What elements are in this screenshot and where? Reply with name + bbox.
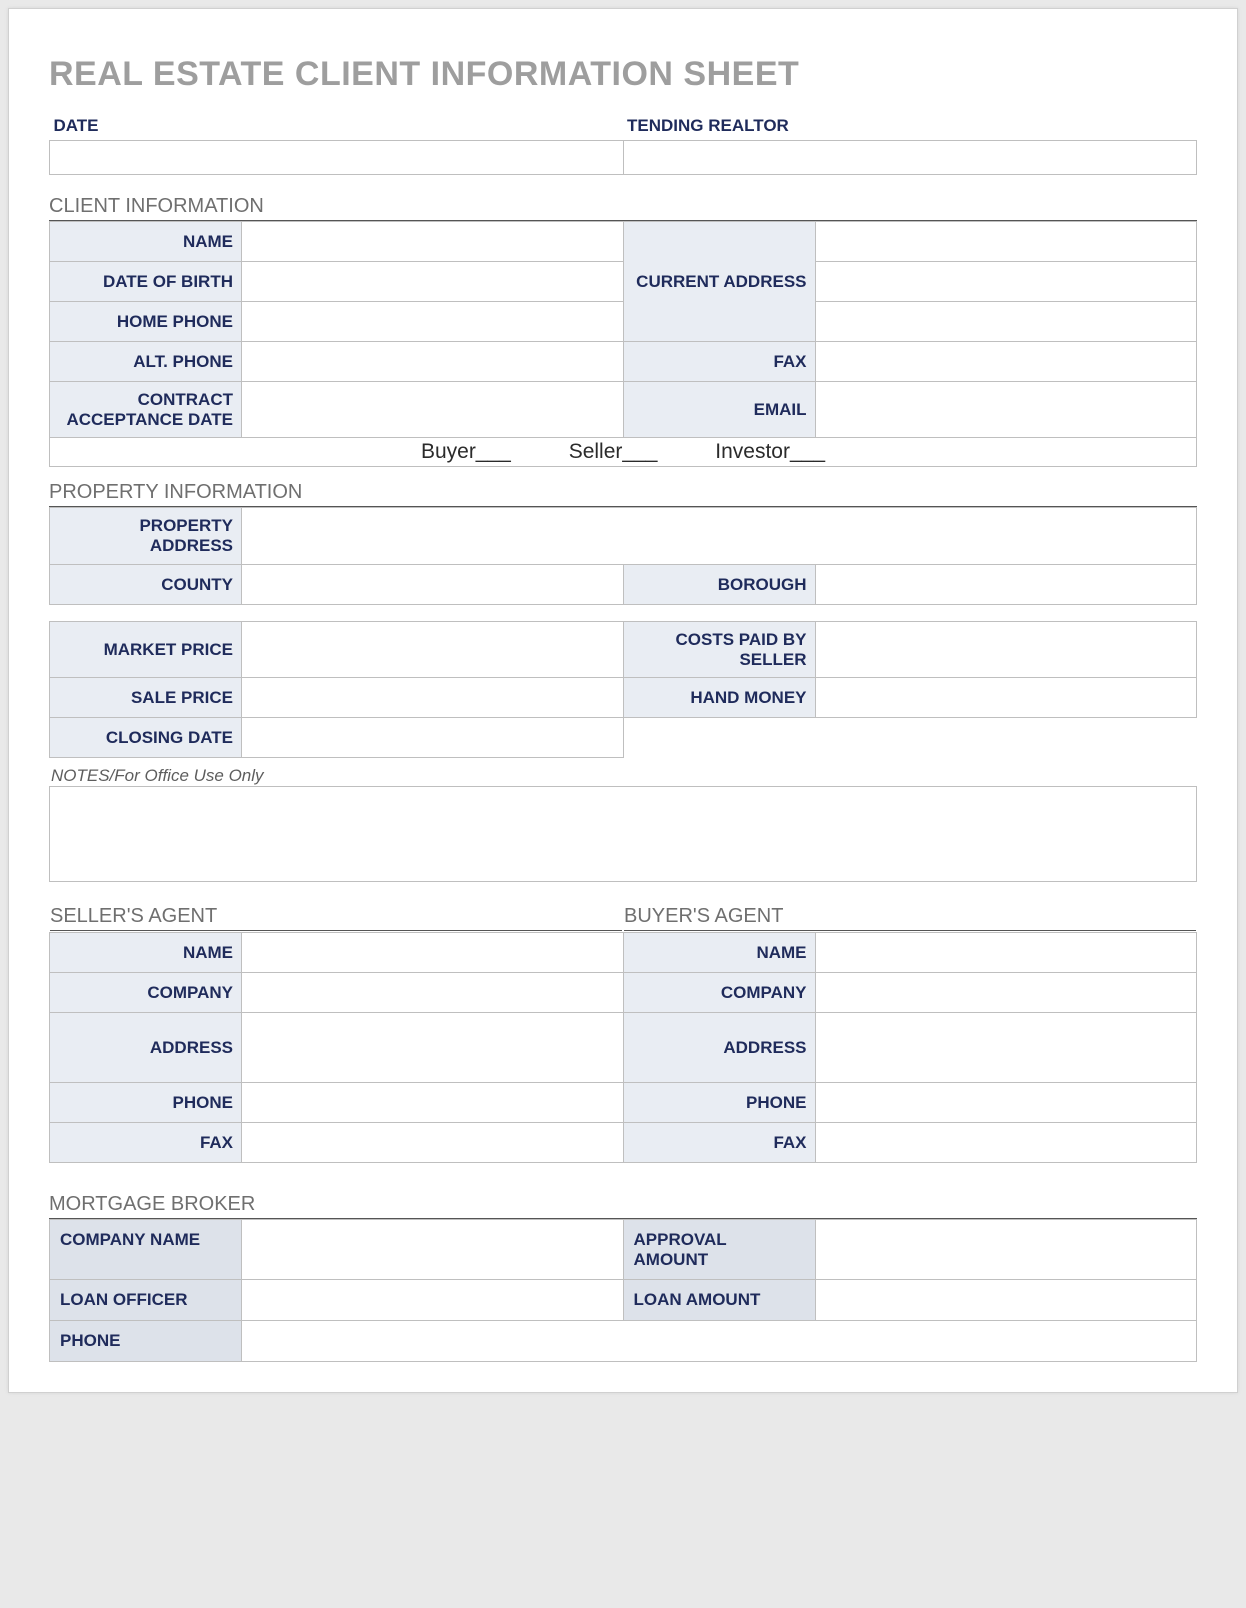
broker-heading: MORTGAGE BROKER <box>49 1193 1197 1219</box>
broker-company-label: COMPANY NAME <box>50 1220 242 1280</box>
alt-phone-input[interactable] <box>243 343 622 380</box>
fax-label: FAX <box>623 342 815 382</box>
seller-name-label: NAME <box>50 933 242 973</box>
contract-date-label: CONTRACT ACCEPTANCE DATE <box>50 382 242 438</box>
realtor-label: TENDING REALTOR <box>623 116 1197 141</box>
current-address-input-1[interactable] <box>817 223 1196 260</box>
broker-loan-amount-label: LOAN AMOUNT <box>623 1280 815 1321</box>
dob-label: DATE OF BIRTH <box>50 262 242 302</box>
borough-input[interactable] <box>817 566 1196 603</box>
broker-approval-label: APPROVAL AMOUNT <box>623 1220 815 1280</box>
property-address-input[interactable] <box>243 509 1195 563</box>
buyer-address-input[interactable] <box>817 1014 1196 1081</box>
home-phone-label: HOME PHONE <box>50 302 242 342</box>
client-info-heading: CLIENT INFORMATION <box>49 195 1197 221</box>
buyer-agent-heading: BUYER'S AGENT <box>624 905 1196 931</box>
broker-phone-label: PHONE <box>50 1321 242 1362</box>
closing-date-input[interactable] <box>243 719 622 756</box>
seller-phone-label: PHONE <box>50 1083 242 1123</box>
broker-company-input[interactable] <box>243 1221 622 1278</box>
market-price-input[interactable] <box>243 623 622 676</box>
role-seller: Seller___ <box>569 440 658 463</box>
property-address-table: PROPERTY ADDRESS COUNTY BOROUGH <box>49 507 1197 605</box>
name-input[interactable] <box>243 223 622 260</box>
property-price-table: MARKET PRICE COSTS PAID BY SELLER SALE P… <box>49 621 1197 758</box>
buyer-name-input[interactable] <box>817 934 1196 971</box>
notes-box <box>49 786 1197 882</box>
role-line[interactable]: Buyer___ Seller___ Investor___ <box>50 438 1197 467</box>
alt-phone-label: ALT. PHONE <box>50 342 242 382</box>
buyer-phone-label: PHONE <box>623 1083 815 1123</box>
role-buyer: Buyer___ <box>421 440 511 463</box>
form-page: REAL ESTATE CLIENT INFORMATION SHEET DAT… <box>8 8 1238 1393</box>
agents-table: NAME NAME COMPANY COMPANY ADDRESS ADDRES… <box>49 932 1197 1163</box>
borough-label: BOROUGH <box>623 565 815 605</box>
current-address-label: CURRENT ADDRESS <box>623 222 815 342</box>
email-label: EMAIL <box>623 382 815 438</box>
date-input[interactable] <box>51 142 622 173</box>
home-phone-input[interactable] <box>243 303 622 340</box>
fax-input[interactable] <box>817 343 1196 380</box>
buyer-fax-label: FAX <box>623 1123 815 1163</box>
agents-headings: SELLER'S AGENT BUYER'S AGENT <box>49 900 1197 932</box>
seller-company-label: COMPANY <box>50 973 242 1013</box>
property-info-heading: PROPERTY INFORMATION <box>49 481 1197 507</box>
seller-address-input[interactable] <box>243 1014 622 1081</box>
seller-fax-label: FAX <box>50 1123 242 1163</box>
broker-officer-input[interactable] <box>243 1281 622 1319</box>
seller-fax-input[interactable] <box>243 1124 622 1161</box>
notes-label: NOTES/For Office Use Only <box>51 766 1197 786</box>
property-address-label: PROPERTY ADDRESS <box>50 508 242 565</box>
county-input[interactable] <box>243 566 622 603</box>
market-price-label: MARKET PRICE <box>50 622 242 678</box>
seller-company-input[interactable] <box>243 974 622 1011</box>
buyer-company-input[interactable] <box>817 974 1196 1011</box>
costs-by-seller-input[interactable] <box>817 623 1196 676</box>
seller-name-input[interactable] <box>243 934 622 971</box>
contract-date-input[interactable] <box>243 383 622 436</box>
seller-address-label: ADDRESS <box>50 1013 242 1083</box>
seller-agent-heading: SELLER'S AGENT <box>50 905 622 931</box>
closing-date-label: CLOSING DATE <box>50 718 242 758</box>
date-label: DATE <box>50 116 624 141</box>
notes-input[interactable] <box>50 787 1196 881</box>
dob-input[interactable] <box>243 263 622 300</box>
costs-by-seller-label: COSTS PAID BY SELLER <box>623 622 815 678</box>
page-title: REAL ESTATE CLIENT INFORMATION SHEET <box>49 55 1197 94</box>
buyer-company-label: COMPANY <box>623 973 815 1013</box>
broker-loan-amount-input[interactable] <box>817 1281 1196 1319</box>
sale-price-label: SALE PRICE <box>50 678 242 718</box>
current-address-input-2[interactable] <box>817 263 1196 300</box>
role-investor: Investor___ <box>715 440 825 463</box>
broker-phone-input[interactable] <box>243 1322 1195 1360</box>
sale-price-input[interactable] <box>243 679 622 716</box>
county-label: COUNTY <box>50 565 242 605</box>
client-info-table: NAME CURRENT ADDRESS DATE OF BIRTH HOME … <box>49 221 1197 467</box>
buyer-name-label: NAME <box>623 933 815 973</box>
broker-table: COMPANY NAME APPROVAL AMOUNT LOAN OFFICE… <box>49 1219 1197 1362</box>
email-input[interactable] <box>817 383 1196 436</box>
broker-officer-label: LOAN OFFICER <box>50 1280 242 1321</box>
current-address-input-3[interactable] <box>817 303 1196 340</box>
hand-money-label: HAND MONEY <box>623 678 815 718</box>
hand-money-input[interactable] <box>817 679 1196 716</box>
seller-phone-input[interactable] <box>243 1084 622 1121</box>
broker-approval-input[interactable] <box>817 1221 1196 1278</box>
name-label: NAME <box>50 222 242 262</box>
buyer-address-label: ADDRESS <box>623 1013 815 1083</box>
buyer-fax-input[interactable] <box>817 1124 1196 1161</box>
buyer-phone-input[interactable] <box>817 1084 1196 1121</box>
realtor-input[interactable] <box>625 142 1196 173</box>
header-row: DATE TENDING REALTOR <box>49 116 1197 175</box>
